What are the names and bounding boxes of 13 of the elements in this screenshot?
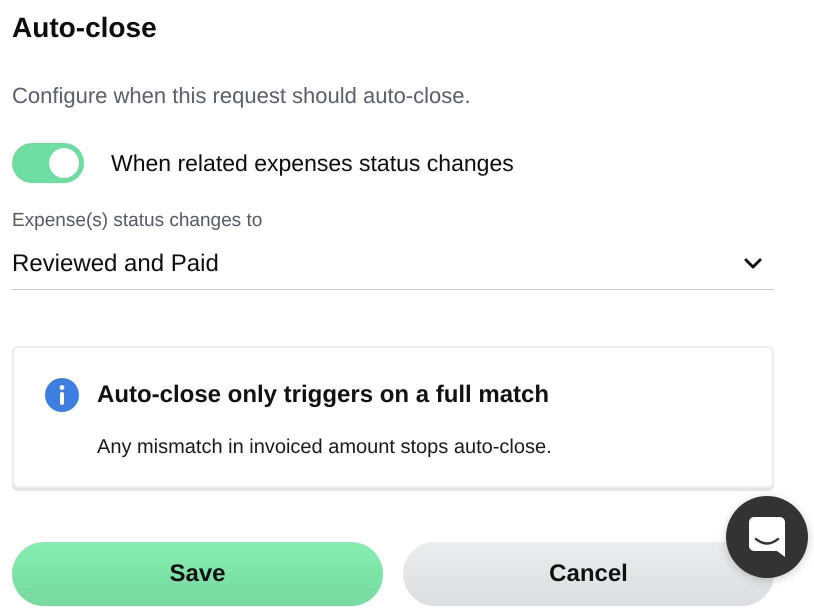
info-text: Any mismatch in invoiced amount stops auto-close. [97, 435, 553, 460]
info-icon [45, 378, 79, 412]
chat-bubble-icon [749, 517, 785, 557]
chevron-down-icon [744, 258, 762, 270]
info-heading: Auto-close only triggers on a full match [97, 380, 550, 410]
description-text: Configure when this request should auto-close. [12, 82, 472, 110]
save-button[interactable]: Save [12, 542, 383, 606]
toggle-label: When related expenses status changes [111, 149, 514, 178]
panel-title: Auto-close [12, 11, 158, 45]
toggle-switch[interactable] [12, 143, 84, 183]
status-dropdown[interactable]: Reviewed and Paid [12, 237, 774, 290]
select-label: Expense(s) status changes to [12, 209, 264, 233]
cancel-button[interactable]: Cancel [403, 542, 774, 606]
